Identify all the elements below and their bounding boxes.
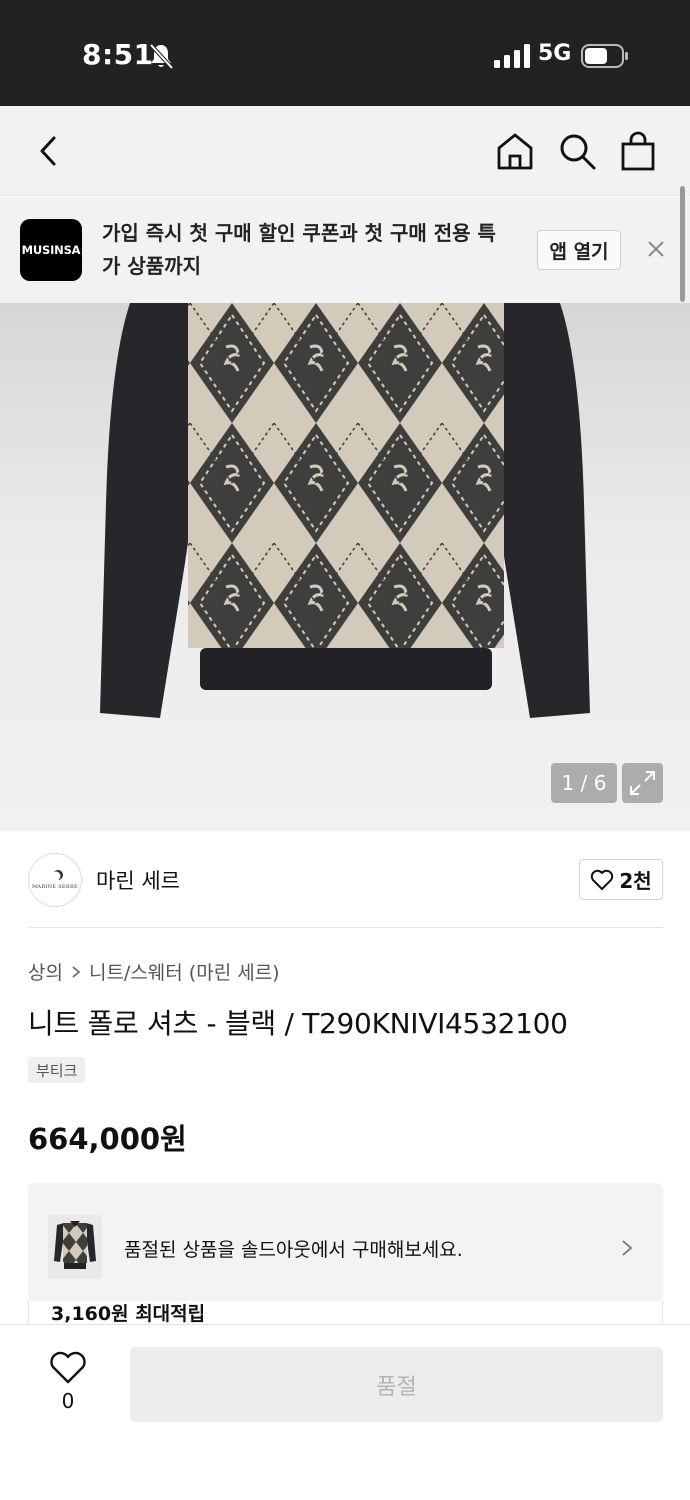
breadcrumb: 상의 니트/스웨터 (마린 세르): [28, 958, 280, 985]
status-time: 8:51: [82, 38, 154, 71]
status-bar: 8:51 5G: [0, 0, 690, 106]
scrollbar[interactable]: [680, 186, 685, 302]
soldout-thumbnail: [48, 1215, 102, 1279]
bottom-action-bar: 0 품절: [0, 1324, 690, 1500]
chevron-right-icon: [72, 965, 81, 978]
brand-logo[interactable]: MARINE SERRE: [28, 853, 82, 907]
crescent-moon-icon: [54, 870, 63, 880]
heart-icon: [591, 869, 614, 890]
sweater-thumbnail: [54, 1221, 96, 1269]
musinsa-logo: MUSINSA: [20, 219, 82, 281]
search-icon[interactable]: [556, 130, 598, 172]
breadcrumb-subcategory[interactable]: 니트/스웨터 (마린 세르): [89, 958, 280, 985]
home-icon[interactable]: [494, 130, 536, 172]
network-label: 5G: [538, 41, 572, 66]
brand-name[interactable]: 마린 세르: [96, 865, 180, 895]
soldout-banner[interactable]: 품절된 상품을 솔드아웃에서 구매해보세요.: [28, 1183, 663, 1301]
brand-like-count: 2천: [619, 869, 652, 893]
back-arrow-icon[interactable]: [34, 132, 64, 170]
top-nav-bar: [0, 106, 690, 196]
shopping-bag-icon[interactable]: [618, 130, 658, 172]
expand-icon: [630, 771, 655, 795]
product-title: 니트 폴로 셔츠 - 블랙 / T290KNIVI4532100: [28, 1007, 568, 1040]
brand-logo-text: MARINE SERRE: [32, 884, 78, 890]
divider: [28, 927, 663, 928]
product-price: 664,000원: [28, 1122, 187, 1156]
app-install-banner: MUSINSA 가입 즉시 첫 구매 할인 쿠폰과 첫 구매 전용 특가 상품까…: [0, 197, 690, 303]
brand-row[interactable]: MARINE SERRE 마린 세르 2천: [0, 831, 690, 929]
brand-like-button[interactable]: 2천: [579, 859, 663, 900]
heart-icon: [50, 1351, 86, 1384]
close-icon[interactable]: [644, 237, 668, 261]
wishlist-button[interactable]: 0: [46, 1351, 90, 1415]
chevron-right-icon: [622, 1240, 633, 1256]
wishlist-count: 0: [61, 1389, 75, 1413]
open-app-button[interactable]: 앱 열기: [537, 230, 621, 270]
soldout-message: 품절된 상품을 솔드아웃에서 구매해보세요.: [124, 1239, 463, 1261]
image-counter: 1 / 6: [551, 763, 617, 803]
banner-message: 가입 즉시 첫 구매 할인 쿠폰과 첫 구매 전용 특가 상품까지: [102, 221, 496, 278]
soldout-button[interactable]: 품절: [130, 1347, 663, 1422]
battery-icon: [581, 44, 628, 68]
boutique-tag: 부티크: [28, 1057, 86, 1083]
product-image[interactable]: 1 / 6: [0, 303, 690, 831]
bell-muted-icon: [149, 43, 174, 70]
sweater-image: [100, 303, 590, 718]
breadcrumb-category[interactable]: 상의: [28, 958, 63, 985]
signal-icon: [494, 44, 530, 68]
expand-button[interactable]: [622, 763, 663, 803]
points-text: 3,160원 최대적립: [51, 1303, 206, 1325]
